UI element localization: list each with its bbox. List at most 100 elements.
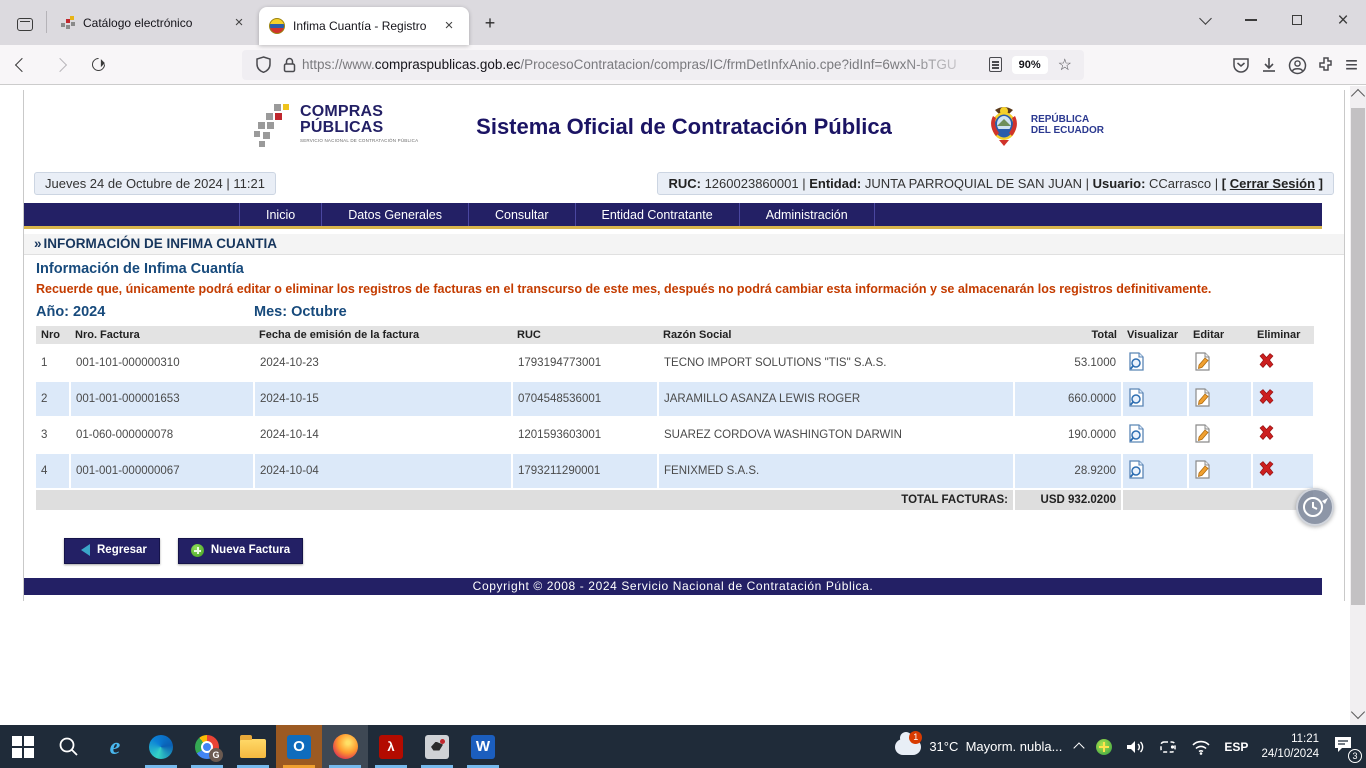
nav-item-inicio[interactable]: Inicio: [239, 203, 322, 226]
tab-close-icon[interactable]: ×: [439, 16, 459, 36]
virtual-desktop-icon[interactable]: [1158, 738, 1178, 756]
temperature: 31°C: [929, 739, 958, 754]
page-scrollbar[interactable]: [1350, 86, 1366, 725]
taskbar-word[interactable]: W: [460, 725, 506, 768]
list-tabs-chevron-icon[interactable]: [1182, 0, 1228, 40]
visualizar-icon[interactable]: [1128, 352, 1145, 374]
weather-widget[interactable]: 1 31°C Mayorm. nubla...: [891, 739, 1062, 755]
eliminar-icon[interactable]: [1258, 461, 1275, 480]
restore-button[interactable]: [1274, 0, 1320, 40]
cell-factura: 001-101-000000310: [70, 345, 254, 381]
tab-close-icon[interactable]: ×: [229, 13, 249, 33]
taskbar-app[interactable]: [414, 725, 460, 768]
lock-icon[interactable]: [283, 57, 296, 73]
taskbar-file-explorer[interactable]: [230, 725, 276, 768]
file-explorer-icon: [240, 739, 266, 758]
windows-taskbar: e G O λ W 1 31°C Mayorm. nubla... ESP 11…: [0, 725, 1366, 768]
close-button[interactable]: ×: [1320, 0, 1366, 40]
bookmark-star-icon[interactable]: ☆: [1058, 55, 1072, 75]
tab-catalogo-electronico[interactable]: Catálogo electrónico ×: [49, 5, 259, 41]
scrollbar-thumb[interactable]: [1351, 108, 1365, 605]
scroll-down-icon[interactable]: [1351, 705, 1365, 719]
plus-icon: [191, 544, 204, 557]
forward-button[interactable]: [44, 50, 76, 80]
internet-explorer-icon: e: [110, 735, 121, 759]
cell-eliminar: [1252, 345, 1314, 381]
pocket-icon[interactable]: [1232, 56, 1250, 74]
warning-message: Recuerde que, únicamente podrá editar o …: [24, 277, 1284, 298]
browser-toolbar: https://www.compraspublicas.gob.ec/Proce…: [0, 45, 1366, 85]
back-button[interactable]: [6, 50, 38, 80]
zoom-level-indicator[interactable]: 90%: [1012, 56, 1048, 74]
visualizar-icon[interactable]: [1128, 460, 1145, 482]
url-text[interactable]: https://www.compraspublicas.gob.ec/Proce…: [302, 57, 985, 72]
editar-icon[interactable]: [1194, 388, 1210, 410]
eliminar-icon[interactable]: [1258, 389, 1275, 408]
search-button[interactable]: [46, 725, 92, 768]
invoice-row: 2001-001-0000016532024-10-15070454853600…: [36, 381, 1314, 417]
hidden-icons-chevron-icon[interactable]: [1074, 742, 1085, 753]
nav-item-consultar[interactable]: Consultar: [469, 203, 576, 226]
breadcrumb: »INFORMACIÓN DE INFIMA CUANTIA: [24, 234, 1344, 255]
account-icon[interactable]: [1288, 56, 1307, 75]
cell-fecha: 2024-10-04: [254, 453, 512, 489]
scroll-up-icon[interactable]: [1351, 89, 1365, 103]
taskbar-internet-explorer[interactable]: e: [92, 725, 138, 768]
start-button[interactable]: [0, 725, 46, 768]
menu-hamburger-icon[interactable]: ≡: [1345, 54, 1358, 76]
taskbar-chrome[interactable]: G: [184, 725, 230, 768]
wifi-icon[interactable]: [1191, 739, 1211, 755]
tab-title: Infima Cuantía - Registro: [293, 19, 431, 33]
editar-icon[interactable]: [1194, 460, 1210, 482]
notification-center-button[interactable]: 3: [1332, 734, 1358, 759]
tab-infima-cuantia[interactable]: Infima Cuantía - Registro ×: [259, 7, 469, 45]
shield-icon[interactable]: [256, 56, 271, 73]
editar-icon[interactable]: [1194, 352, 1210, 374]
tray-time: 11:21: [1261, 732, 1319, 747]
editar-icon[interactable]: [1194, 424, 1210, 446]
regresar-button[interactable]: Regresar: [64, 538, 160, 564]
download-icon[interactable]: [1260, 56, 1278, 74]
cell-visualizar: [1122, 417, 1188, 453]
cell-ruc: 1793194773001: [512, 345, 658, 381]
taskbar-edge[interactable]: [138, 725, 184, 768]
speaker-icon[interactable]: [1125, 738, 1145, 756]
column-header-visualizar: Visualizar: [1122, 326, 1188, 345]
taskbar-firefox[interactable]: [322, 725, 368, 768]
word-icon: W: [471, 735, 495, 759]
nueva-factura-button[interactable]: Nueva Factura: [178, 538, 303, 564]
back-arrow-icon: [75, 544, 90, 556]
cloud-icon: 1: [895, 739, 921, 755]
antivirus-icon[interactable]: [1096, 739, 1112, 755]
visualizar-icon[interactable]: [1128, 388, 1145, 410]
cell-fecha: 2024-10-15: [254, 381, 512, 417]
firefox-view-button[interactable]: [8, 9, 42, 39]
eliminar-icon[interactable]: [1258, 425, 1275, 444]
language-indicator[interactable]: ESP: [1224, 740, 1248, 754]
total-row: TOTAL FACTURAS:USD 932.0200: [36, 489, 1314, 511]
minimize-button[interactable]: [1228, 0, 1274, 40]
page-viewport: COMPRAS PÚBLICAS SERVICIO NACIONAL DE CO…: [0, 86, 1350, 725]
visualizar-icon[interactable]: [1128, 424, 1145, 446]
cell-razon-social: TECNO IMPORT SOLUTIONS "TIS" S.A.S.: [658, 345, 1014, 381]
extensions-icon[interactable]: [1317, 56, 1335, 74]
taskbar-outlook[interactable]: O: [276, 725, 322, 768]
column-header-nro: Nro: [36, 326, 70, 345]
nav-item-entidad-contratante[interactable]: Entidad Contratante: [576, 203, 740, 226]
ecuador-crest-favicon: [269, 18, 285, 34]
nav-item-datos-generales[interactable]: Datos Generales: [322, 203, 469, 226]
floating-clock-widget[interactable]: [1296, 488, 1334, 526]
logout-link[interactable]: Cerrar Sesión: [1230, 176, 1315, 191]
reload-button[interactable]: [82, 50, 114, 80]
url-bar[interactable]: https://www.compraspublicas.gob.ec/Proce…: [242, 50, 1084, 80]
reader-view-icon[interactable]: [989, 57, 1002, 72]
new-tab-button[interactable]: +: [475, 8, 505, 38]
taskbar-acrobat[interactable]: λ: [368, 725, 414, 768]
cell-razon-social: FENIXMED S.A.S.: [658, 453, 1014, 489]
column-header-ruc: RUC: [512, 326, 658, 345]
eliminar-icon[interactable]: [1258, 353, 1275, 372]
clock-date[interactable]: 11:21 24/10/2024: [1261, 732, 1319, 762]
nav-item-administración[interactable]: Administración: [740, 203, 875, 226]
cell-eliminar: [1252, 417, 1314, 453]
cell-razon-social: JARAMILLO ASANZA LEWIS ROGER: [658, 381, 1014, 417]
